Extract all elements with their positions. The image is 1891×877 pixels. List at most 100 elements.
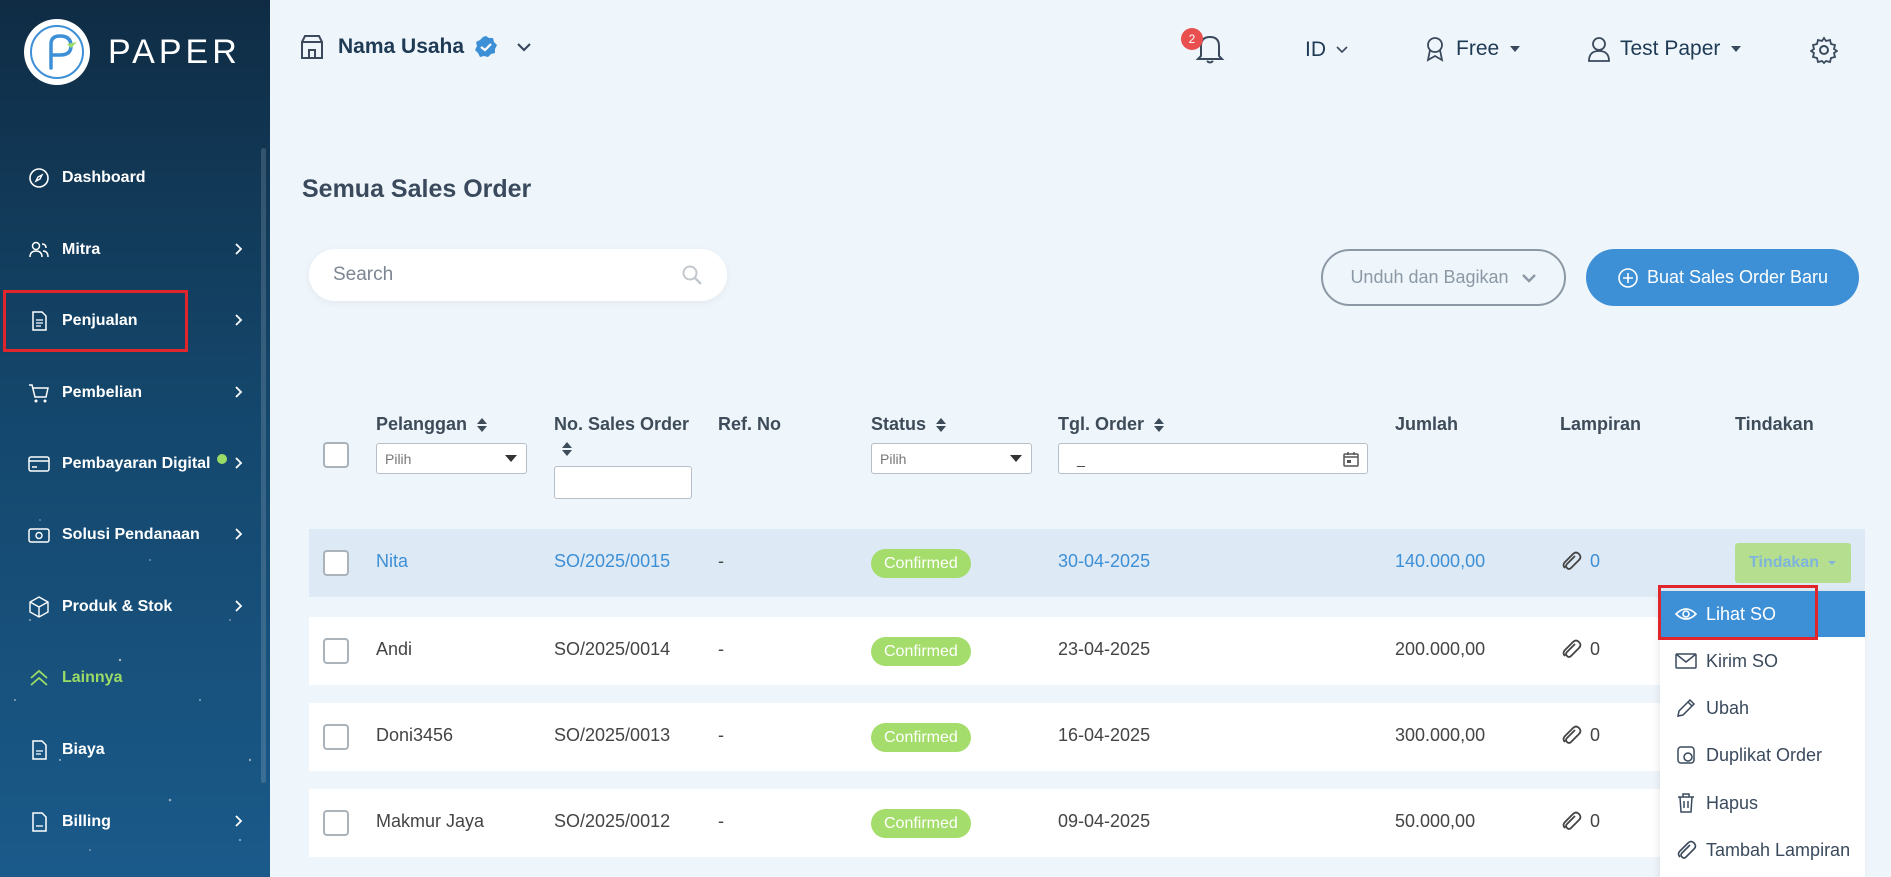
customer-link[interactable]: Nita — [376, 551, 408, 572]
action-dropdown-button[interactable]: Tindakan — [1735, 543, 1851, 583]
chevron-right-icon — [235, 314, 243, 326]
sidebar-item-label: Lainnya — [62, 669, 123, 686]
so-number[interactable]: SO/2025/0014 — [554, 639, 670, 660]
menu-item-add-attachment[interactable]: Tambah Lampiran — [1660, 827, 1865, 873]
select-value: Pilih — [385, 450, 412, 467]
menu-item-send-so[interactable]: Kirim SO — [1660, 638, 1865, 684]
ref-no: - — [718, 811, 724, 831]
chevrons-up-icon — [28, 667, 50, 689]
row-checkbox[interactable] — [323, 724, 349, 750]
sidebar-item-label: Pembayaran Digital — [62, 455, 211, 472]
chevron-down-icon[interactable] — [516, 42, 532, 52]
plan-label: Free — [1456, 37, 1500, 60]
menu-item-duplicate[interactable]: Duplikat Order — [1660, 732, 1865, 778]
so-number[interactable]: SO/2025/0012 — [554, 811, 670, 832]
customer-filter-select[interactable]: Pilih — [376, 443, 527, 474]
menu-item-delete[interactable]: Hapus — [1660, 780, 1865, 826]
chevron-right-icon — [235, 457, 243, 469]
sidebar: PAPER Dashboard Mitra Penjualan Pembelia… — [0, 0, 270, 877]
sidebar-item-mitra[interactable]: Mitra — [0, 225, 262, 275]
column-header-so-number[interactable]: No. Sales Order — [554, 414, 689, 435]
customer-name[interactable]: Andi — [376, 639, 412, 660]
row-checkbox[interactable] — [323, 550, 349, 576]
customer-name[interactable]: Doni3456 — [376, 725, 453, 746]
download-share-button[interactable]: Unduh dan Bagikan — [1321, 249, 1566, 306]
so-number-link[interactable]: SO/2025/0015 — [554, 551, 670, 572]
search-icon[interactable] — [681, 264, 703, 286]
sort-icon[interactable] — [561, 441, 573, 457]
chevron-right-icon — [235, 815, 243, 827]
date-filter-input[interactable]: _ — [1058, 443, 1368, 474]
menu-item-edit[interactable]: Ubah — [1660, 685, 1865, 731]
create-sales-order-button[interactable]: Buat Sales Order Baru — [1586, 249, 1859, 306]
language-selector[interactable]: ID — [1305, 38, 1348, 62]
customer-name[interactable]: Makmur Jaya — [376, 811, 484, 832]
user-menu[interactable]: Test Paper — [1588, 36, 1742, 62]
so-number[interactable]: SO/2025/0013 — [554, 725, 670, 746]
table-row[interactable]: Andi SO/2025/0014 - Confirmed 23-04-2025… — [309, 617, 1865, 685]
sidebar-item-produk-stok[interactable]: Produk & Stok — [0, 582, 262, 632]
menu-item-label: Tambah Lampiran — [1706, 839, 1851, 860]
sidebar-item-penjualan[interactable]: Penjualan — [0, 296, 262, 346]
gear-icon — [1809, 36, 1839, 65]
sidebar-item-label: Penjualan — [62, 312, 138, 329]
sort-icon — [1154, 418, 1165, 433]
column-header-order-date[interactable]: Tgl. Order — [1058, 414, 1165, 435]
sort-icon — [477, 418, 488, 433]
wallet-icon — [28, 524, 50, 546]
brand[interactable]: PAPER — [24, 19, 241, 85]
attachment-link[interactable]: 0 — [1560, 550, 1600, 572]
paper-logo-icon — [24, 19, 90, 85]
menu-item-view-so[interactable]: Lihat SO — [1660, 591, 1865, 637]
sidebar-item-lainnya[interactable]: Lainnya — [0, 653, 262, 703]
column-header-status[interactable]: Status — [871, 414, 947, 435]
attachment-link[interactable]: 0 — [1560, 810, 1600, 832]
search-input[interactable] — [333, 264, 681, 286]
menu-item-label: Duplikat Order — [1706, 744, 1823, 765]
users-icon — [28, 239, 50, 261]
sidebar-item-pembayaran-digital[interactable]: Pembayaran Digital — [0, 439, 262, 489]
status-badge: Confirmed — [871, 637, 971, 666]
table-row[interactable]: Nita SO/2025/0015 - Confirmed 30-04-2025… — [309, 529, 1865, 597]
plan-selector[interactable]: Free — [1424, 36, 1521, 62]
billing-icon — [28, 811, 50, 833]
sidebar-item-biaya[interactable]: Biaya — [0, 725, 262, 775]
store-switcher[interactable]: Nama Usaha — [300, 34, 532, 60]
column-header-customer[interactable]: Pelanggan — [376, 414, 488, 435]
sidebar-item-solusi-pendanaan[interactable]: Solusi Pendanaan — [0, 510, 262, 560]
sidebar-item-billing[interactable]: Billing — [0, 797, 262, 847]
eye-icon — [1674, 606, 1698, 622]
row-checkbox[interactable] — [323, 638, 349, 664]
user-name: Test Paper — [1620, 37, 1721, 60]
chevron-down-icon — [1336, 46, 1348, 54]
table-row[interactable]: Makmur Jaya SO/2025/0012 - Confirmed 09-… — [309, 789, 1865, 857]
table-row[interactable]: Doni3456 SO/2025/0013 - Confirmed 16-04-… — [309, 703, 1865, 771]
sidebar-item-pembelian[interactable]: Pembelian — [0, 368, 262, 418]
settings-button[interactable] — [1809, 36, 1839, 69]
select-all-checkbox[interactable] — [323, 442, 349, 468]
column-header-label: Ref. No — [718, 414, 781, 434]
store-name: Nama Usaha — [338, 35, 465, 58]
attachment-link[interactable]: 0 — [1560, 638, 1600, 660]
order-date: 16-04-2025 — [1058, 725, 1151, 745]
calendar-icon[interactable] — [1343, 451, 1359, 467]
compass-icon — [28, 167, 50, 189]
row-checkbox[interactable] — [323, 810, 349, 836]
trash-icon — [1674, 792, 1698, 814]
sidebar-item-dashboard[interactable]: Dashboard — [0, 153, 262, 203]
order-date: 09-04-2025 — [1058, 811, 1151, 831]
column-header-label: Status — [871, 414, 927, 434]
notification-button[interactable]: 2 — [1181, 28, 1225, 69]
action-menu: Lihat SO Kirim SO Ubah Duplikat Order Ha… — [1660, 591, 1865, 877]
status-filter-select[interactable]: Pilih — [871, 443, 1032, 474]
column-header-amount: Jumlah — [1395, 414, 1458, 435]
column-header-label: Tindakan — [1735, 414, 1814, 434]
so-number-filter-input[interactable] — [554, 466, 692, 499]
search-box[interactable] — [309, 249, 727, 301]
sidebar-item-label: Solusi Pendanaan — [62, 526, 200, 543]
award-icon — [1426, 37, 1444, 62]
sidebar-item-label: Dashboard — [62, 169, 146, 186]
attachment-link[interactable]: 0 — [1560, 724, 1600, 746]
column-header-label: No. Sales Order — [554, 414, 690, 434]
receipt-icon — [28, 739, 50, 761]
